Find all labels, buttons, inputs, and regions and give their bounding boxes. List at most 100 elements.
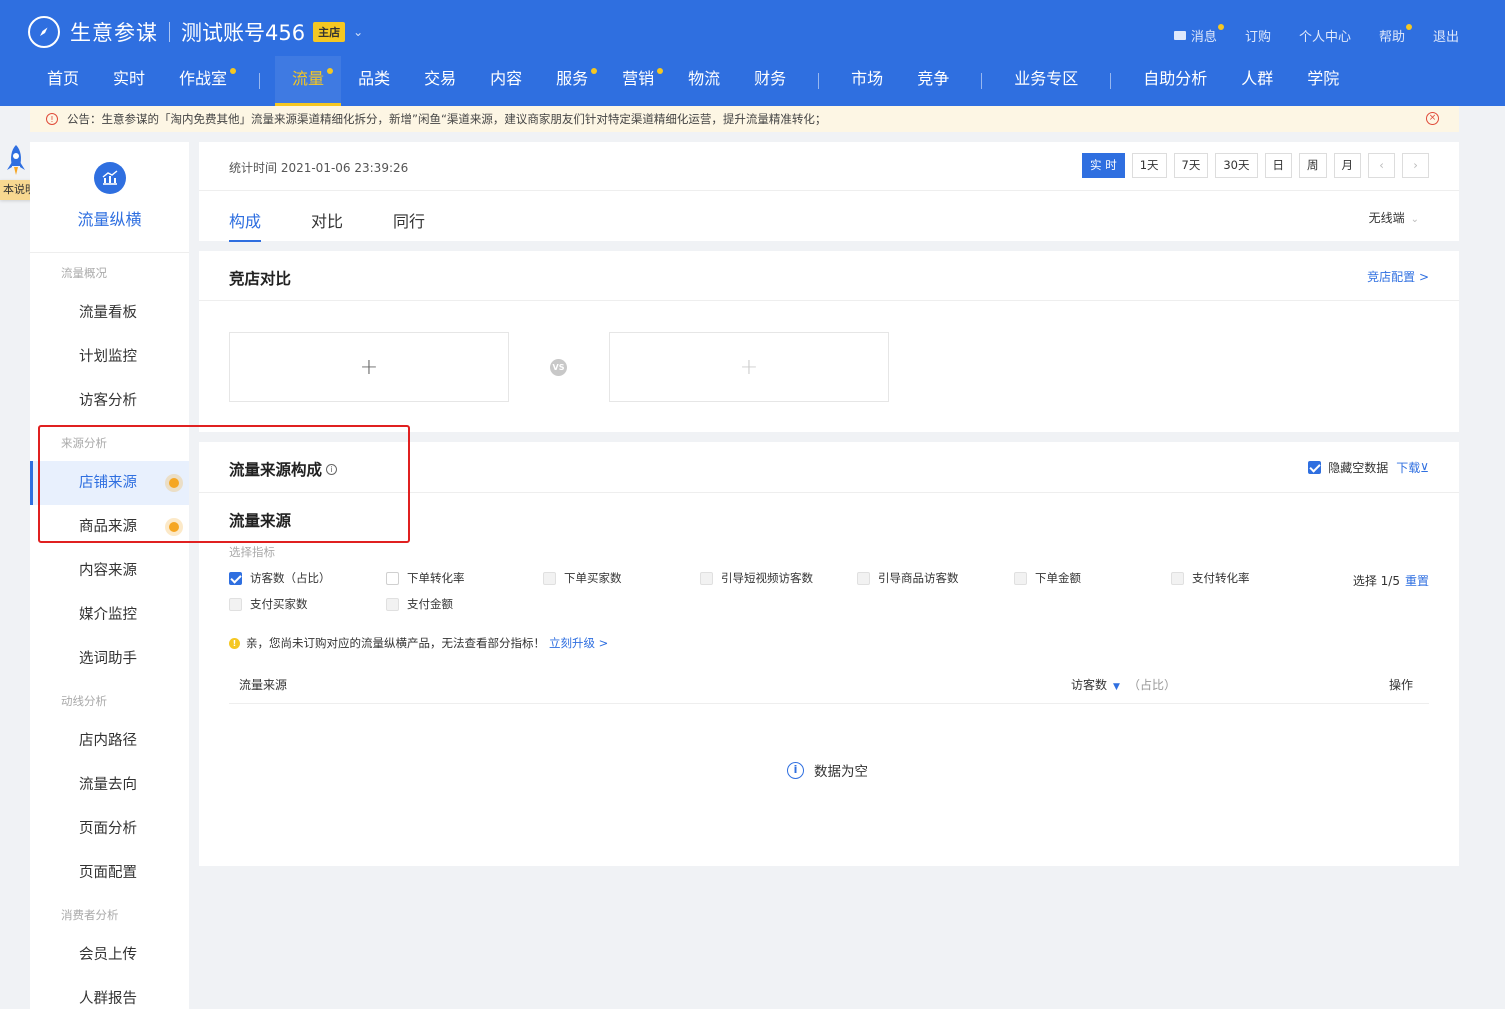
sidebar-item-page-config[interactable]: 页面配置 <box>30 851 189 895</box>
competitor-config-link[interactable]: 竞店配置 > <box>1367 268 1429 285</box>
download-link[interactable]: 下载⊻ <box>1396 459 1429 476</box>
time-btn-day[interactable]: 日 <box>1264 153 1292 178</box>
metric-option[interactable]: 支付转化率 <box>1171 570 1250 586</box>
brand-name[interactable]: 生意参谋 <box>70 17 158 47</box>
metric-option[interactable]: 下单金额 <box>1014 570 1081 586</box>
nav-competition[interactable]: 竞争 <box>900 56 966 106</box>
close-icon[interactable]: × <box>1426 112 1439 125</box>
unread-dot <box>1217 24 1224 30</box>
rocket-icon[interactable] <box>4 144 28 178</box>
subsection-title: 流量来源 <box>229 512 292 530</box>
personal-center-link[interactable]: 个人中心 <box>1299 26 1351 45</box>
chevron-right-icon[interactable]: › <box>1402 153 1429 178</box>
time-btn-1d[interactable]: 1天 <box>1131 153 1167 178</box>
sidebar-item-plan-monitor[interactable]: 计划监控 <box>30 335 189 379</box>
top-links: 消息 订购 个人中心 帮助 退出 <box>1146 24 1459 45</box>
metric-option[interactable]: 支付金额 <box>386 596 453 612</box>
checkbox[interactable] <box>1014 571 1027 585</box>
nav-traffic[interactable]: 流量 <box>275 56 342 106</box>
guide-dot-icon[interactable] <box>165 518 183 536</box>
sidebar-item-traffic-out[interactable]: 流量去向 <box>30 763 189 807</box>
messages-link[interactable]: 消息 <box>1173 24 1224 45</box>
checkbox[interactable] <box>229 571 242 585</box>
nav-divider <box>1110 73 1112 89</box>
add-competitor-slot[interactable]: + <box>229 332 509 402</box>
sidebar-item-page-analysis[interactable]: 页面分析 <box>30 807 189 851</box>
tab-compare[interactable]: 对比 <box>311 208 343 242</box>
checkbox[interactable] <box>857 571 870 585</box>
sidebar-item-shop-path[interactable]: 店内路径 <box>30 719 189 763</box>
checkbox[interactable] <box>543 571 556 585</box>
top-header: 生意参谋 测试账号456 主店 ⌄ 消息 订购 个人中心 帮助 退出 首页 实时… <box>0 0 1505 106</box>
announcement-bar: ! 公告：生意参谋的「淘内免费其他」流量来源渠道精细化拆分，新增”闲鱼“渠道来源… <box>30 106 1459 132</box>
checkbox[interactable] <box>700 571 713 585</box>
logout-link[interactable]: 退出 <box>1433 26 1459 45</box>
time-btn-realtime[interactable]: 实 时 <box>1082 153 1125 178</box>
nav-marketing[interactable]: 营销 <box>605 56 671 106</box>
nav-academy[interactable]: 学院 <box>1290 56 1356 106</box>
sidebar-item-traffic-board[interactable]: 流量看板 <box>30 291 189 335</box>
section-title: 竞店对比 <box>229 270 292 288</box>
sidebar-item-media-monitor[interactable]: 媒介监控 <box>30 593 189 637</box>
hide-empty-checkbox[interactable] <box>1308 461 1322 474</box>
nav-category[interactable]: 品类 <box>341 56 407 106</box>
sidebar-item-product-source[interactable]: 商品来源 <box>30 505 189 549</box>
competitor-panel: 竞店对比 竞店配置 > + VS + <box>199 251 1459 432</box>
guide-dot-icon[interactable] <box>165 474 183 492</box>
time-btn-30d[interactable]: 30天 <box>1215 153 1258 178</box>
info-icon[interactable]: i <box>326 464 338 475</box>
nav-self-analysis[interactable]: 自助分析 <box>1126 56 1224 106</box>
nav-business-zone[interactable]: 业务专区 <box>997 56 1095 106</box>
compass-logo-icon[interactable] <box>28 16 60 48</box>
col-visitors[interactable]: 访客数 ▼ （占比） <box>1071 676 1176 693</box>
hide-empty-label[interactable]: 隐藏空数据 <box>1328 459 1388 476</box>
metric-option[interactable]: 下单买家数 <box>543 570 622 586</box>
time-btn-week[interactable]: 周 <box>1299 153 1327 178</box>
device-select[interactable]: 无线端 ⌄ <box>1369 209 1419 226</box>
sidebar-item-visitor-analysis[interactable]: 访客分析 <box>30 379 189 423</box>
nav-finance[interactable]: 财务 <box>737 56 803 106</box>
announcement-text[interactable]: 公告：生意参谋的「淘内免费其他」流量来源渠道精细化拆分，新增”闲鱼“渠道来源，建… <box>67 111 826 127</box>
selected-count: 选择 1/5 重置 <box>1352 574 1429 588</box>
nav-home[interactable]: 首页 <box>30 56 96 106</box>
metric-option[interactable]: 下单转化率 <box>386 570 465 586</box>
nav-realtime[interactable]: 实时 <box>96 56 162 106</box>
nav-market[interactable]: 市场 <box>834 56 900 106</box>
checkbox[interactable] <box>229 597 242 611</box>
sidebar-group-path: 动线分析 <box>61 694 107 708</box>
chevron-left-icon[interactable]: ‹ <box>1368 153 1395 178</box>
metric-option[interactable]: 访客数（占比） <box>229 570 331 586</box>
metric-option[interactable]: 引导商品访客数 <box>857 570 959 586</box>
sort-desc-icon[interactable]: ▼ <box>1113 682 1120 692</box>
nav-war-room[interactable]: 作战室 <box>162 56 244 106</box>
help-link[interactable]: 帮助 <box>1379 24 1412 45</box>
nav-dot <box>327 68 334 74</box>
subscribe-link[interactable]: 订购 <box>1245 26 1271 45</box>
metric-option[interactable]: 引导短视频访客数 <box>700 570 813 586</box>
add-competitor-slot[interactable]: + <box>609 332 889 402</box>
nav-crowd[interactable]: 人群 <box>1224 56 1290 106</box>
tab-composition[interactable]: 构成 <box>229 208 262 242</box>
checkbox[interactable] <box>386 597 399 611</box>
reset-link[interactable]: 重置 <box>1405 574 1429 588</box>
chevron-down-icon[interactable]: ⌄ <box>353 25 363 39</box>
alert-icon: ! <box>46 113 58 125</box>
account-name[interactable]: 测试账号456 <box>181 17 305 47</box>
sidebar-item-shop-source[interactable]: 店铺来源 <box>30 461 189 505</box>
tab-peers[interactable]: 同行 <box>393 208 425 242</box>
sidebar-item-member-upload[interactable]: 会员上传 <box>30 933 189 977</box>
sidebar-item-content-source[interactable]: 内容来源 <box>30 549 189 593</box>
sidebar-item-crowd-report[interactable]: 人群报告 <box>30 977 189 1009</box>
col-operation: 操作 <box>1388 678 1413 692</box>
time-btn-7d[interactable]: 7天 <box>1173 153 1209 178</box>
nav-content[interactable]: 内容 <box>473 56 539 106</box>
upgrade-link[interactable]: 立刻升级 > <box>549 635 608 651</box>
time-btn-month[interactable]: 月 <box>1333 153 1361 178</box>
nav-logistics[interactable]: 物流 <box>671 56 737 106</box>
sidebar-item-keyword-helper[interactable]: 选词助手 <box>30 637 189 681</box>
checkbox[interactable] <box>386 571 399 585</box>
checkbox[interactable] <box>1171 571 1184 585</box>
nav-service[interactable]: 服务 <box>539 56 605 106</box>
metric-option[interactable]: 支付买家数 <box>229 596 308 612</box>
nav-trade[interactable]: 交易 <box>407 56 473 106</box>
